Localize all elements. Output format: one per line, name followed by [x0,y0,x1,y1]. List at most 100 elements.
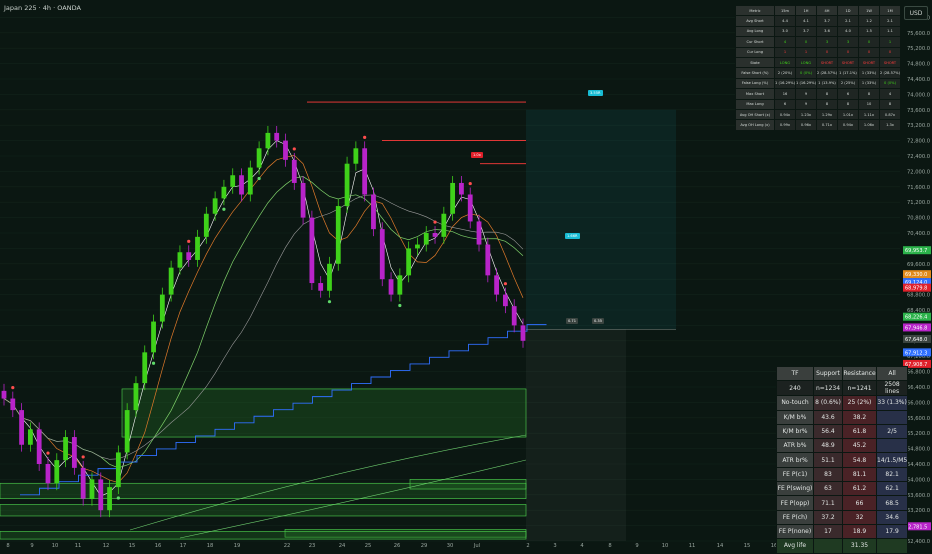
candle-body [397,275,403,295]
time-tick: 8 [6,543,9,549]
time-tick: 30 [447,543,454,549]
metrics-cell: Avg Short [735,15,775,27]
metrics-cell: Avg Long [735,25,775,38]
price-tick: 62,400.0 [907,539,930,545]
price-tick: 64,000.0 [907,477,930,483]
metrics-cell: 1.5 [858,25,880,38]
signal-dot [11,386,15,390]
candle-body [265,132,271,149]
metrics-cell: 0 (0%) [879,77,901,90]
time-tick: 15 [129,543,136,549]
fe-cell [875,438,909,454]
price-tick: 64,800.0 [907,447,930,453]
candle-body [371,194,376,230]
time-tick: 25 [365,543,372,549]
fe-cell: 240 [776,380,814,397]
candle-body [159,294,165,322]
fe-cell: FE P(none) [776,523,814,540]
fe-header-cell: Resistance [842,365,877,382]
metrics-cell: 0.87x [879,108,901,121]
metrics-header-cell: 1H [795,4,817,17]
metrics-cell: 1 [795,46,817,58]
fe-cell: 62.1 [875,481,909,497]
metrics-header-cell: 15m [774,4,796,17]
candle-body [467,194,473,222]
price-label: 68,979.8 [905,286,927,292]
candle-body [212,198,218,214]
candle-body [239,175,244,195]
candle-body [503,294,508,307]
metrics-cell: 4.4 [774,15,796,27]
fe-cell: n=1241 [842,380,877,397]
fe-cell: 45.2 [842,438,877,454]
chart-label: 0.35 [592,318,605,324]
metrics-cell: LONG [774,56,796,69]
price-tick: 70,800.0 [907,216,930,222]
metrics-cell: 16 [774,88,796,100]
fe-cell: K/M br% [776,423,814,440]
time-tick: 15 [744,543,751,549]
candle-body [45,464,51,484]
price-label: 69,330.0 [905,272,927,278]
candle-body [168,267,174,295]
time-tick: 10 [52,543,59,549]
fe-stats-table: TF Support Resistance All 240 n=1234 n=1241 250… [776,365,909,554]
price-tick: 63,200.0 [907,508,930,514]
candle-body [107,487,112,511]
price-tick: 74,400.0 [907,77,930,83]
metrics-cell: 2 (25%) [837,77,859,90]
price-tick: 63,600.0 [907,493,930,499]
candle-body [256,148,262,168]
metrics-header-cell: 1D [837,4,859,17]
candle-body [195,236,200,260]
metrics-cell: 1 (16.29%) [795,77,817,90]
metrics-cell: 4 [879,88,901,100]
time-tick: 19 [234,543,241,549]
price-tick: 70,400.0 [907,231,930,237]
price-label: 67,908.7 [905,362,927,368]
candle-body [98,479,104,511]
time-tick: 24 [339,543,346,549]
chart-label: 1.0x [471,152,483,158]
time-tick: 8 [608,543,611,549]
time-tick: 16 [155,543,162,549]
fe-cell: 33 (1.3%) [875,395,909,411]
fe-cell: 31.35 [842,538,877,554]
candle-body [27,429,33,445]
metrics-cell: 2.1 [879,15,901,27]
candle-body [115,452,121,488]
candle-body [283,140,288,160]
chart-label: 1.66R [565,233,580,239]
stop-box [526,329,626,541]
metrics-cell: 0 (0%) [795,67,817,79]
metrics-cell: SHORT [879,56,901,69]
time-tick: 10 [662,543,669,549]
candle-body [151,321,156,353]
signal-dot [503,282,508,286]
metrics-header-cell: 4H [816,4,838,17]
currency-button[interactable]: USD [904,6,928,20]
metrics-cell: 0 [879,46,901,58]
candle-body [19,410,24,445]
fe-cell: 32 [842,509,877,525]
fe-cell: 34.6 [875,509,909,525]
time-tick: 23 [309,543,316,549]
metrics-cell: 3 [837,36,859,48]
fe-cell: 48.9 [813,438,843,454]
fe-cell: FE P(opp) [776,495,814,511]
candle-body [291,159,297,183]
metrics-cell: 4.1 [795,15,817,27]
price-tick: 72,800.0 [907,139,930,145]
candle-body [124,410,130,453]
metrics-cell: Avg OH Short (x) [735,108,775,121]
price-tick: 65,600.0 [907,416,930,422]
candle-body [221,186,227,199]
price-tick: 73,600.0 [907,108,930,114]
candle-body [415,244,420,249]
fe-cell: 2/5 [875,423,909,440]
price-tick: 66,800.0 [907,370,930,376]
metrics-cell: 2 (20%) [774,67,796,79]
metrics-cell: 3.7 [816,15,838,27]
fe-cell: 82.1 [875,466,909,483]
candle-body [1,390,7,399]
